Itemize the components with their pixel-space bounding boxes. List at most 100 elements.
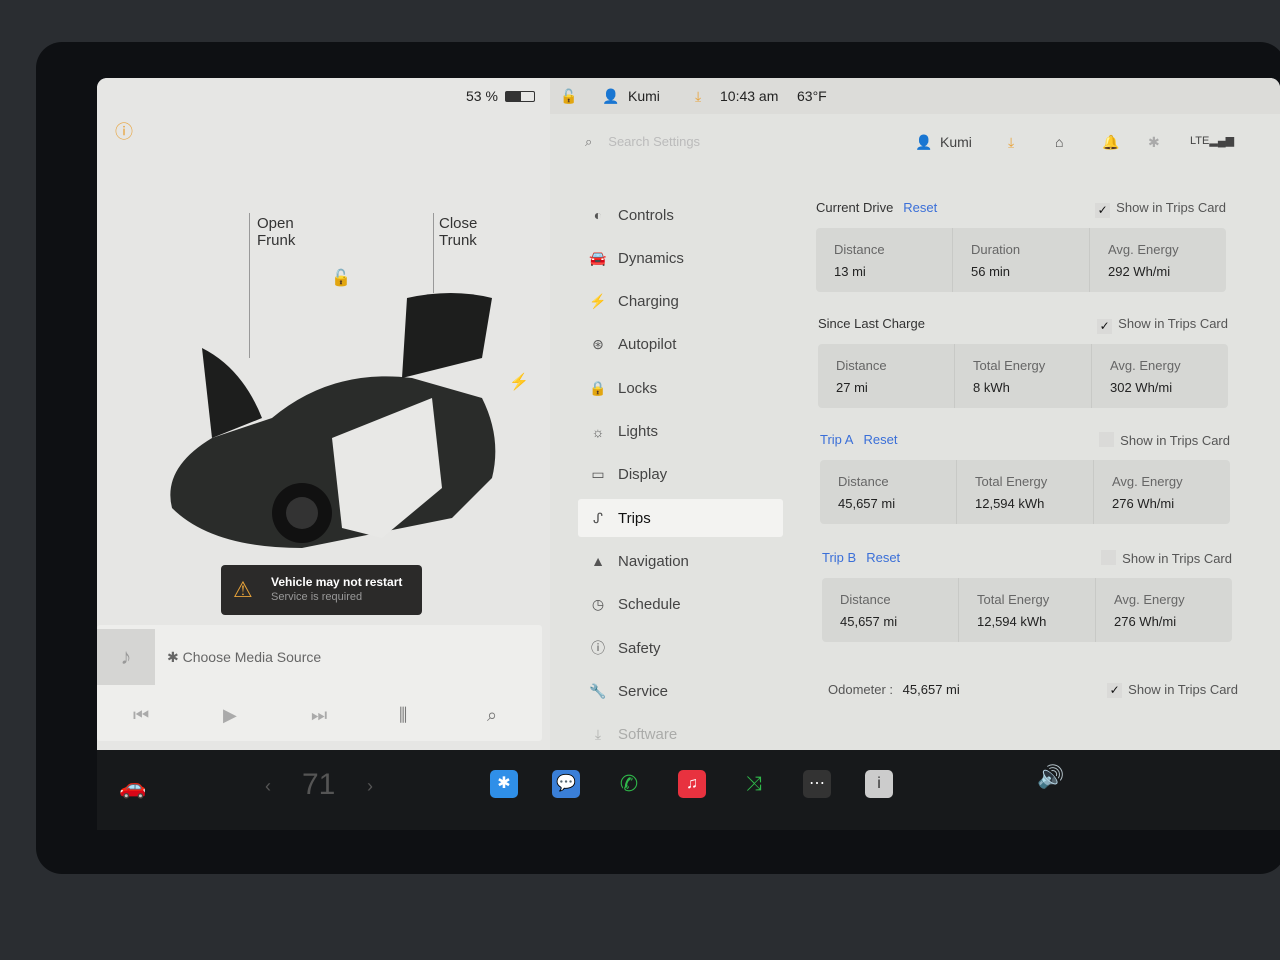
software-update-icon[interactable]: ⤓ [1008,134,1014,151]
more-apps-icon[interactable]: ⋯ [803,770,831,798]
messages-app-icon[interactable]: 💬 [552,770,580,798]
stat-value: 302 Wh/mi [1110,380,1173,395]
header-user[interactable]: Kumi [940,134,972,150]
previous-track-button[interactable]: ⏮ [133,705,149,726]
nav-item-autopilot[interactable]: ⊛ Autopilot [578,326,783,364]
nav-item-software[interactable]: ⤓ Software [578,716,783,750]
stat-label: Distance [838,474,889,489]
settings-search[interactable]: ⌕ Search Settings [585,134,700,150]
trip-section: Current Drive Reset ✓ Show in Trips Card Dis… [816,200,1226,292]
stat-value: 45,657 mi [838,496,896,511]
bolt-icon: ⚡ [589,293,607,310]
media-search-icon[interactable]: ⌕ [487,705,497,726]
open-frunk-button[interactable]: Open Frunk [257,215,295,249]
reset-button[interactable]: Reset [866,550,900,565]
download-icon: ⤓ [594,726,602,743]
nav-label: Locks [618,379,658,397]
section-title: Trip B [822,550,857,565]
nav-item-service[interactable]: 🔧 Service [578,672,783,710]
service-alert[interactable]: ⚠ Vehicle may not restart Service is req… [221,565,422,615]
show-in-trips-card-checkbox[interactable]: ✓ Show in Trips Card [1095,200,1226,218]
bluetooth-icon[interactable]: ✱ [1148,134,1160,151]
nav-label: Lights [618,423,659,440]
odometer-row: Odometer : 45,657 mi ✓ Show in Trips Card [828,682,1238,698]
odometer-show-checkbox[interactable]: ✓ Show in Trips Card [1107,682,1238,698]
alert-subtitle: Service is required [271,591,363,603]
unlock-icon[interactable]: 🔓 [331,268,351,288]
download-icon[interactable]: ⤓ [695,88,701,105]
profile-icon[interactable]: 👤 [915,134,932,151]
bottom-bar: 🚗 ‹ 71 › ✱ 💬 ✆ ♫ ⤨ ⋯ i 🔊 [97,750,1280,830]
car-image [170,293,496,548]
close-trunk-button[interactable]: Close Trunk [439,215,477,249]
stat-value: 56 min [971,264,1011,279]
nav-label: Dynamics [618,249,684,267]
car-icon[interactable]: 🚗 [119,774,146,800]
stat-label: Total Energy [977,592,1050,607]
battery-percent: 53 % [466,88,498,104]
next-track-button[interactable]: ⏭ [311,705,327,726]
settings-panel: 🔓 👤 Kumi ⤓ 10:43 am 63°F ⌕ Search Setting… [550,78,1280,750]
trip-card: Distance 13 mi Duration 56 min Avg. Energy 29… [816,228,1226,292]
play-button[interactable]: ▶ [223,705,237,726]
trip-card: Distance 45,657 mi Total Energy 12,594 kWh A… [820,460,1230,524]
phone-app-icon[interactable]: ✆ [615,770,643,798]
section-title: Current Drive [816,200,894,215]
choose-media-source[interactable]: ✱ Choose Media Source [167,649,321,666]
nav-item-locks[interactable]: 🔒 Locks [578,369,783,407]
stat-value: 8 kWh [973,380,1010,395]
stat-value: 13 mi [834,264,866,279]
lock-icon: 🔒 [589,379,607,396]
show-in-trips-card-checkbox[interactable]: ✓ Show in Trips Card [1097,316,1228,334]
reset-button[interactable]: Reset [863,432,897,447]
media-player: ♪ ✱ Choose Media Source ⏮ ▶ ⏭ ⫼ ⌕ [97,625,542,741]
user-icon: 👤 [602,88,620,104]
trips-icon: ᔑ [593,509,603,526]
nav-item-navigation[interactable]: ▲ Navigation [578,542,783,580]
clock-icon: ◷ [591,596,605,613]
wrench-icon: 🔧 [589,682,607,699]
manual-app-icon[interactable]: i [865,770,893,798]
volume-icon[interactable]: 🔊 [1037,764,1064,790]
stat-value: 12,594 kWh [977,614,1047,629]
bluetooth-app-icon[interactable]: ✱ [490,770,518,798]
equalizer-icon[interactable]: ⫼ [399,705,407,726]
stat-label: Total Energy [973,358,1046,373]
trip-section: Trip A Reset Show in Trips Card Distance 45,… [820,432,1230,524]
show-in-trips-card-checkbox[interactable]: Show in Trips Card [1101,550,1232,566]
nav-label: Safety [618,639,661,657]
shuffle-app-icon[interactable]: ⤨ [740,770,768,798]
nav-item-controls[interactable]: ◐ Controls [578,196,783,234]
stat-label: Avg. Energy [1112,474,1183,489]
homelink-icon[interactable]: ⌂ [1055,134,1063,150]
bell-icon[interactable]: 🔔 [1102,134,1119,151]
nav-item-display[interactable]: ▭ Display [578,456,783,494]
info-icon: ⓘ [591,640,605,656]
car-icon: 🚘 [589,249,607,266]
stat-label: Distance [836,358,887,373]
nav-item-trips[interactable]: ᔑ Trips [578,499,783,538]
music-note-icon: ♪ [97,629,155,685]
status-bar: 🔓 👤 Kumi ⤓ 10:43 am 63°F [550,78,1280,114]
status-user[interactable]: Kumi [628,88,660,104]
trip-card: Distance 27 mi Total Energy 8 kWh Avg. Energ… [818,344,1228,408]
stat-label: Duration [971,242,1021,257]
warning-icon: ⚠ [233,577,253,602]
show-in-trips-card-checkbox[interactable]: Show in Trips Card [1099,432,1230,448]
reset-button[interactable]: Reset [903,200,937,215]
odometer-label: Odometer : [828,682,894,697]
trip-section: Trip B Reset Show in Trips Card Distance 45,… [822,550,1232,642]
nav-item-lights[interactable]: ☼ Lights [578,413,783,451]
temp-up-button[interactable]: › [367,776,373,797]
tpms-warning-icon[interactable]: ⓘ [115,118,133,144]
nav-item-charging[interactable]: ⚡ Charging [578,283,783,321]
temp-down-button[interactable]: ‹ [265,776,271,797]
stat-label: Avg. Energy [1110,358,1181,373]
nav-item-schedule[interactable]: ◷ Schedule [578,586,783,624]
cabin-temp: 71 [302,768,336,801]
lock-status-icon[interactable]: 🔓 [560,88,577,105]
nav-item-dynamics[interactable]: 🚘 Dynamics [578,239,783,277]
nav-item-safety[interactable]: ⓘ Safety [578,629,783,667]
music-app-icon[interactable]: ♫ [678,770,706,798]
stat-value: 276 Wh/mi [1112,496,1175,511]
